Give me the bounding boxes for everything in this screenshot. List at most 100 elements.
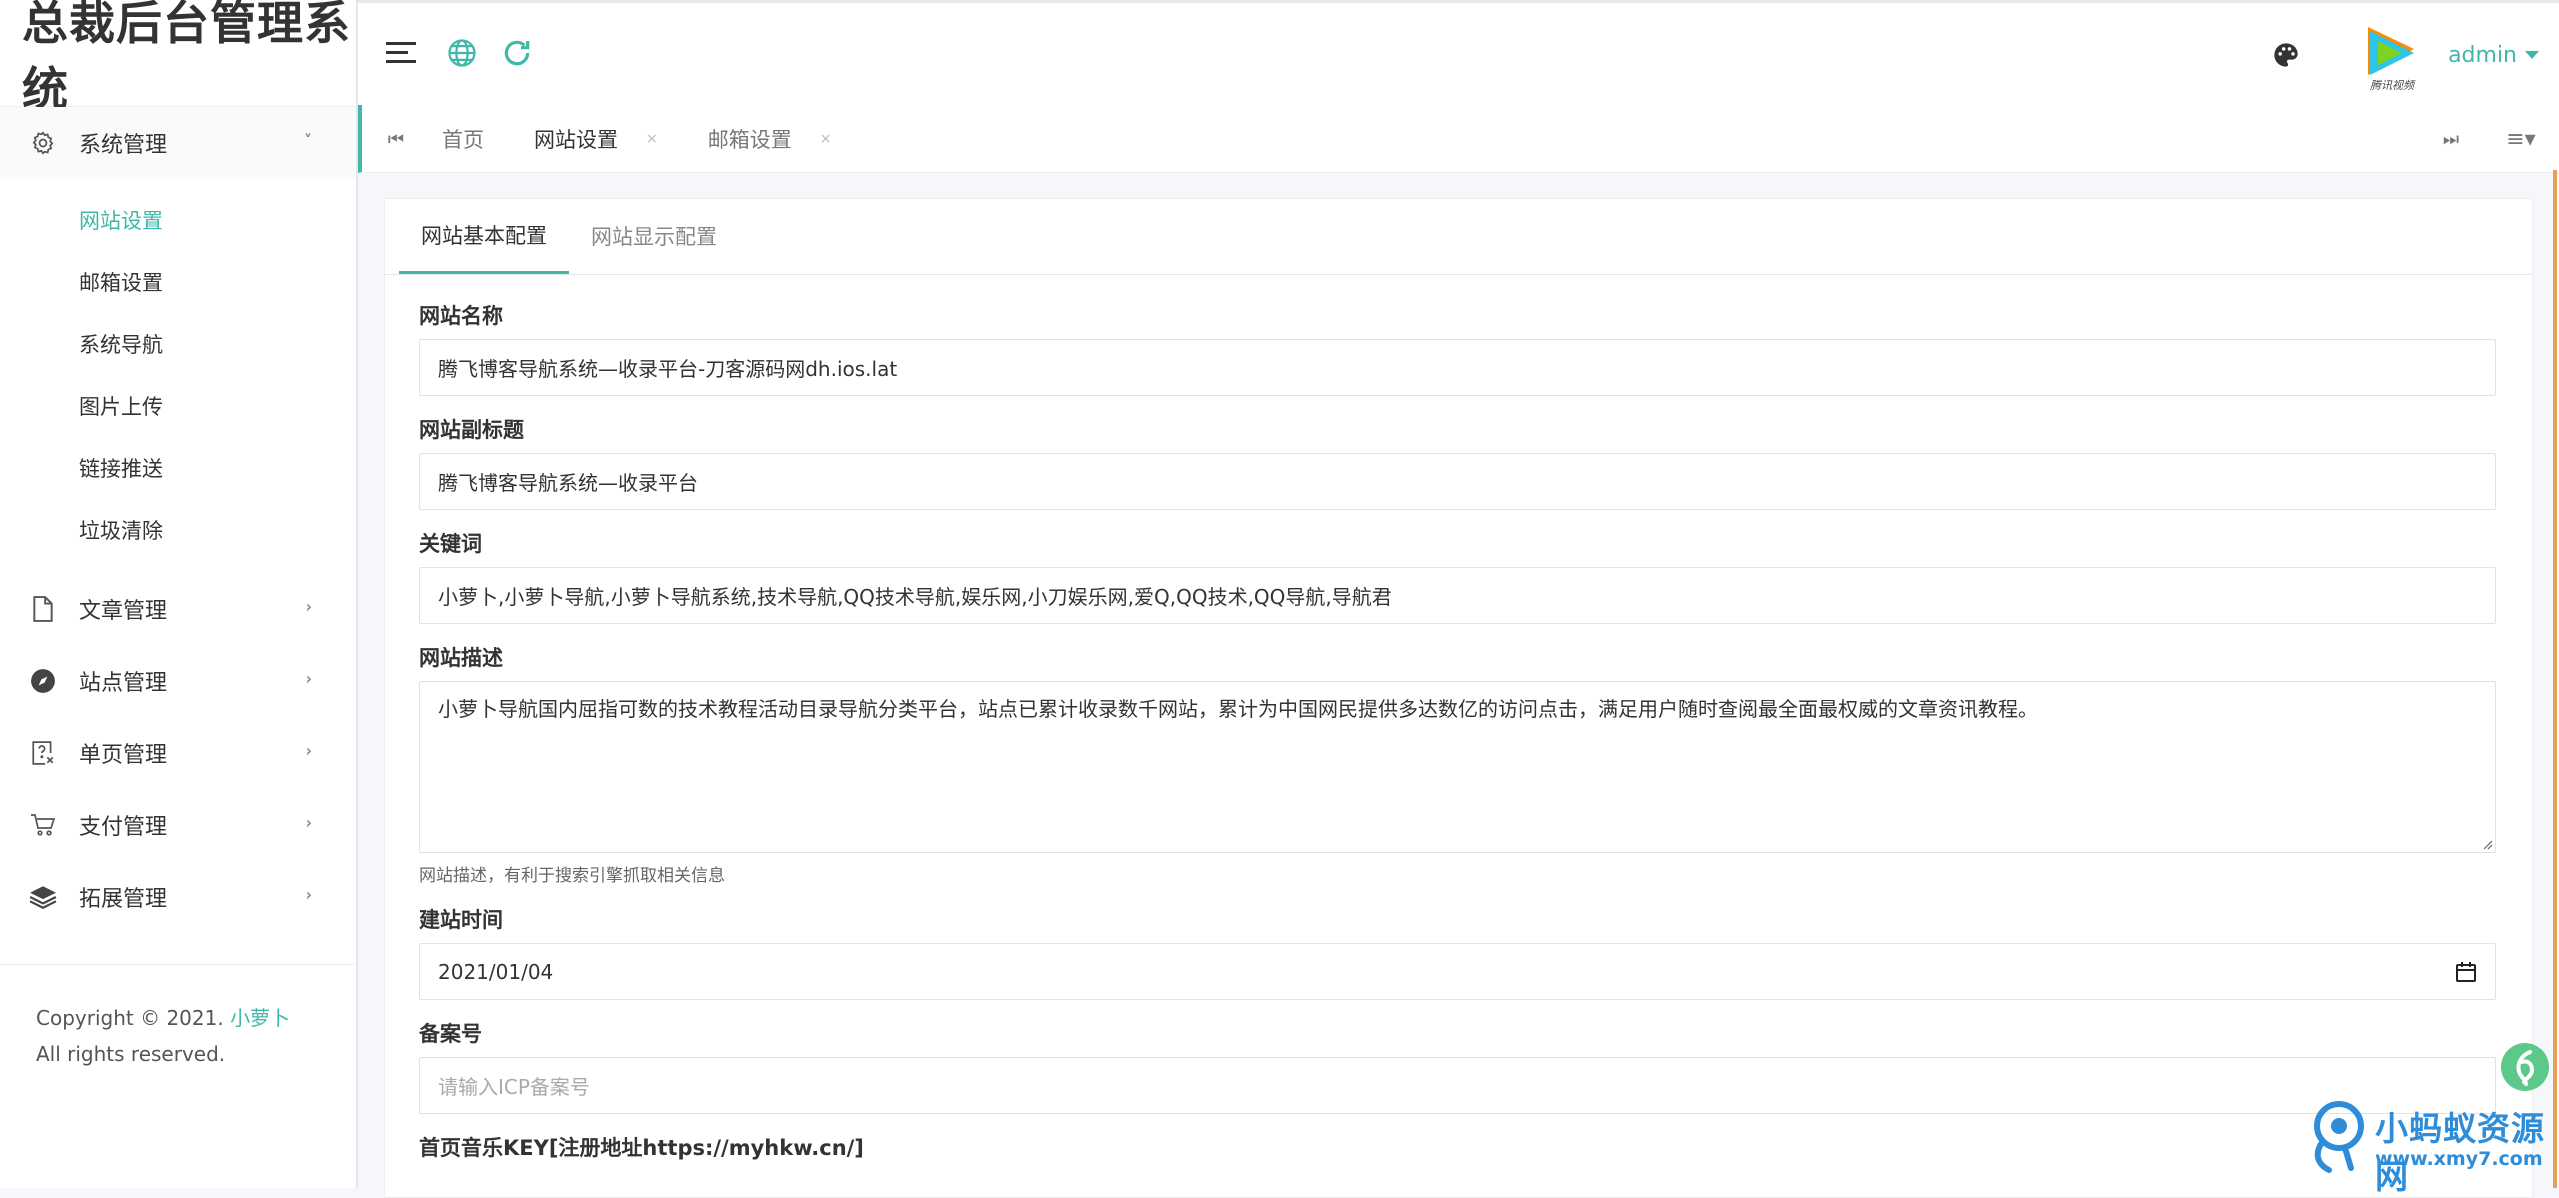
settings-form: 网站名称 腾飞博客导航系统—收录平台-刀客源码网dh.ios.lat 网站副标题… — [385, 275, 2532, 1165]
tab-options-menu-icon[interactable]: ≡▾ — [2497, 123, 2545, 155]
menu-group-system: 系统管理 ˅ 网站设置 邮箱设置 系统导航 图片上传 链接推送 垃圾清除 — [0, 107, 356, 573]
menu-article-management[interactable]: 文章管理 › — [0, 573, 356, 645]
input-value: 腾飞博客导航系统—收录平台 — [438, 471, 698, 495]
chevron-right-icon: › — [305, 597, 312, 616]
site-name-input[interactable]: 腾飞博客导航系统—收录平台-刀客源码网dh.ios.lat — [419, 339, 2496, 396]
field-music-key: 首页音乐KEY[注册地址https://myhkw.cn/] — [419, 1131, 2496, 1165]
sidebar-item-system-nav[interactable]: 系统导航 — [0, 313, 356, 375]
copyright-prefix: Copyright © 2021. — [36, 1006, 224, 1030]
resize-grip-icon — [2483, 840, 2493, 850]
sidebar-item-link-push[interactable]: 链接推送 — [0, 437, 356, 499]
menu-payment-management[interactable]: 支付管理 › — [0, 789, 356, 861]
tab-label: 邮箱设置 — [707, 128, 792, 152]
field-build-date: 建站时间 2021/01/04 — [419, 903, 2496, 1000]
description-textarea[interactable]: 小萝卜导航国内屈指可数的技术教程活动目录导航分类平台，站点已累计收录数千网站，累… — [419, 681, 2496, 853]
field-label: 建站时间 — [419, 908, 503, 932]
sidebar-item-image-upload[interactable]: 图片上传 — [0, 375, 356, 437]
globe-icon[interactable] — [442, 33, 482, 73]
scroll-edge-indicator — [2553, 170, 2557, 1188]
cart-icon — [28, 810, 58, 840]
compass-icon — [28, 666, 58, 696]
chevron-right-icon: › — [305, 813, 312, 832]
chevron-right-icon: › — [305, 885, 312, 904]
sidebar-item-mail-settings[interactable]: 邮箱设置 — [0, 251, 356, 313]
textarea-value: 小萝卜导航国内屈指可数的技术教程活动目录导航分类平台，站点已累计收录数千网站，累… — [438, 697, 2038, 721]
menu-label: 系统管理 — [79, 133, 168, 158]
input-value: 小萝卜,小萝卜导航,小萝卜导航系统,技术导航,QQ技术导航,娱乐网,小刀娱乐网,… — [438, 585, 1392, 609]
subtitle-input[interactable]: 腾飞博客导航系统—收录平台 — [419, 453, 2496, 510]
settings-tabs: 网站基本配置 网站显示配置 — [385, 199, 2532, 275]
username: admin — [2448, 42, 2517, 68]
avatar[interactable]: 腾讯视频 — [2356, 19, 2428, 92]
tab-display-config[interactable]: 网站显示配置 — [569, 198, 739, 274]
settings-card: 网站基本配置 网站显示配置 网站名称 腾飞博客导航系统—收录平台-刀客源码网dh… — [384, 198, 2533, 1198]
menu-label: 单页管理 — [79, 743, 168, 768]
user-menu[interactable]: admin — [2448, 43, 2539, 68]
field-label: 网站副标题 — [419, 418, 524, 442]
menu-site-management[interactable]: 站点管理 › — [0, 645, 356, 717]
app-logo-title: 总裁后台管理系统 — [0, 0, 356, 116]
menu-label: 支付管理 — [79, 815, 168, 840]
sidebar-item-site-settings[interactable]: 网站设置 — [0, 189, 356, 251]
menu-system-management[interactable]: 系统管理 ˅ — [0, 107, 356, 179]
chevron-down-icon: ˅ — [304, 131, 312, 150]
close-icon[interactable]: × — [646, 131, 658, 147]
sidebar: 总裁后台管理系统 系统管理 ˅ 网站设置 邮箱设置 系统导航 图片上传 链接推送… — [0, 0, 358, 1188]
tab-scroll-right-icon[interactable]: ⏭ — [2435, 123, 2467, 155]
gear-icon — [28, 128, 58, 158]
theme-palette-icon[interactable] — [2266, 35, 2306, 75]
submenu-system: 网站设置 邮箱设置 系统导航 图片上传 链接推送 垃圾清除 — [0, 179, 356, 573]
tab-scroll-left-icon[interactable]: ⏮ — [380, 123, 412, 155]
menu-label: 拓展管理 — [79, 887, 168, 912]
tab-label: 网站设置 — [534, 128, 618, 152]
menu-label: 站点管理 — [79, 671, 168, 696]
field-site-name: 网站名称 腾飞博客导航系统—收录平台-刀客源码网dh.ios.lat — [419, 299, 2496, 396]
leaf-widget-icon[interactable] — [2500, 1042, 2550, 1092]
avatar-caption: 腾讯视频 — [2370, 79, 2416, 91]
icp-input[interactable]: 请输入ICP备案号 — [419, 1057, 2496, 1114]
layers-icon — [28, 882, 58, 912]
field-subtitle: 网站副标题 腾飞博客导航系统—收录平台 — [419, 413, 2496, 510]
sidebar-divider — [0, 964, 356, 965]
field-label: 网站描述 — [419, 646, 503, 670]
refresh-icon[interactable] — [497, 33, 537, 73]
file-icon — [28, 594, 58, 624]
tab-basic-config[interactable]: 网站基本配置 — [399, 198, 569, 274]
field-keywords: 关键词 小萝卜,小萝卜导航,小萝卜导航系统,技术导航,QQ技术导航,娱乐网,小刀… — [419, 527, 2496, 624]
sidebar-item-garbage-clean[interactable]: 垃圾清除 — [0, 499, 356, 561]
field-label: 关键词 — [419, 532, 482, 556]
help-doc-icon — [28, 738, 58, 768]
page-tabstrip: ⏮ 首页 网站设置 × 邮箱设置 × ⏭ ≡▾ — [358, 105, 2559, 173]
calendar-icon — [2456, 961, 2476, 982]
tab-home[interactable]: 首页 — [442, 124, 484, 154]
close-icon[interactable]: × — [820, 131, 832, 147]
field-description: 网站描述 小萝卜导航国内屈指可数的技术教程活动目录导航分类平台，站点已累计收录数… — [419, 641, 2496, 886]
copyright-suffix: All rights reserved. — [36, 1042, 226, 1066]
watermark-logo-icon — [2305, 1098, 2375, 1176]
copyright-brand-link[interactable]: 小萝卜 — [230, 1006, 290, 1030]
description-help-text: 网站描述，有利于搜索引擎抓取相关信息 — [419, 866, 725, 886]
chevron-right-icon: › — [305, 741, 312, 760]
menu-extension-management[interactable]: 拓展管理 › — [0, 861, 356, 933]
tab-site-settings[interactable]: 网站设置 × — [534, 124, 658, 154]
tab-label: 首页 — [442, 128, 484, 152]
build-date-input[interactable]: 2021/01/04 — [419, 943, 2496, 1000]
top-bar: 腾讯视频 admin — [358, 0, 2559, 105]
caret-down-icon — [2525, 51, 2539, 59]
field-label: 备案号 — [419, 1022, 482, 1046]
input-value: 腾飞博客导航系统—收录平台-刀客源码网dh.ios.lat — [438, 357, 898, 381]
keywords-input[interactable]: 小萝卜,小萝卜导航,小萝卜导航系统,技术导航,QQ技术导航,娱乐网,小刀娱乐网,… — [419, 567, 2496, 624]
field-icp: 备案号 请输入ICP备案号 — [419, 1017, 2496, 1114]
copyright: Copyright © 2021. 小萝卜 All rights reserve… — [36, 1000, 316, 1072]
chevron-right-icon: › — [305, 669, 312, 688]
field-label: 网站名称 — [419, 304, 503, 328]
tab-mail-settings[interactable]: 邮箱设置 × — [708, 124, 832, 154]
input-value: 2021/01/04 — [438, 959, 554, 984]
field-label: 首页音乐KEY[注册地址https://myhkw.cn/] — [419, 1136, 864, 1160]
input-placeholder: 请输入ICP备案号 — [438, 1075, 590, 1099]
menu-toggle-icon[interactable] — [382, 33, 422, 73]
menu-page-management[interactable]: 单页管理 › — [0, 717, 356, 789]
user-area: 腾讯视频 admin — [2266, 15, 2539, 95]
menu-label: 文章管理 — [79, 599, 168, 624]
page-tabs: 首页 网站设置 × 邮箱设置 × — [442, 105, 881, 173]
